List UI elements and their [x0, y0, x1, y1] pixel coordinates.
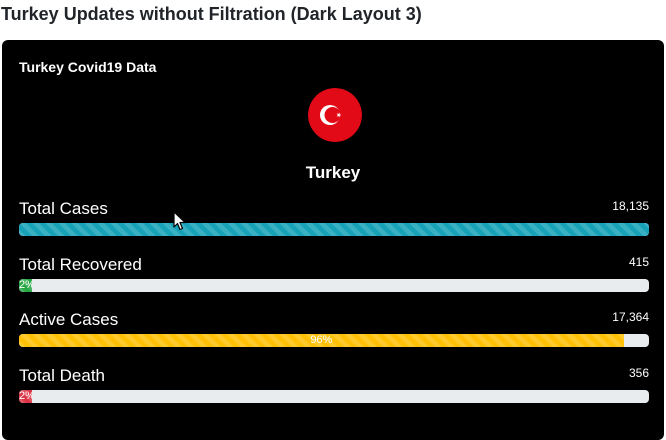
card-title: Turkey Covid19 Data [19, 59, 157, 75]
country-name: Turkey [305, 163, 361, 182]
progress-bar: 96% [19, 334, 649, 347]
progress-fill [19, 223, 649, 236]
progress-bar [19, 223, 649, 236]
progress-bar: 2% [19, 279, 649, 292]
stat-value: 415 [628, 255, 649, 269]
turkey-flag-icon [308, 88, 362, 142]
stat-label: Active Cases [19, 310, 119, 329]
stat-value: 17,364 [612, 310, 649, 324]
stat-label: Total Death [19, 366, 105, 385]
stat-label: Total Cases [19, 199, 108, 218]
progress-fill: 96% [19, 334, 624, 347]
mouse-cursor-icon [173, 211, 187, 231]
progress-fill: 2% [19, 279, 32, 292]
progress-fill: 2% [19, 390, 32, 403]
progress-bar: 2% [19, 390, 649, 403]
stat-value: 356 [628, 366, 649, 380]
page-heading: Turkey Updates without Filtration (Dark … [1, 4, 422, 24]
stat-label: Total Recovered [19, 255, 142, 274]
stat-value: 18,135 [612, 199, 649, 213]
covid-data-card: Turkey Covid19 Data Turkey Total Cases 1… [2, 40, 664, 440]
